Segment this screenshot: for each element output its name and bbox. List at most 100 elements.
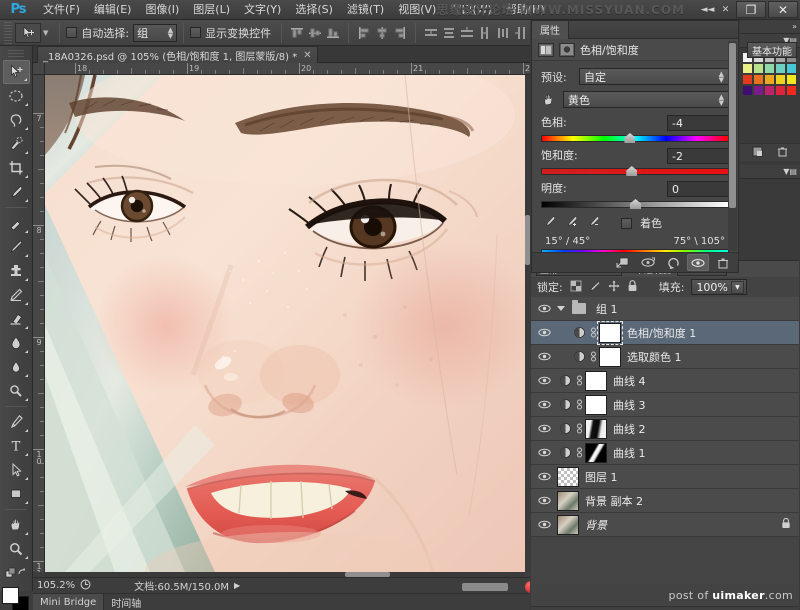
- blur-tool[interactable]: [3, 355, 30, 379]
- swatch-cell[interactable]: [742, 74, 753, 85]
- move-tool-preset-icon[interactable]: [15, 23, 41, 43]
- history-brush-tool[interactable]: [3, 283, 30, 307]
- menu-type[interactable]: 文字(Y): [237, 0, 288, 20]
- mask-link-icon[interactable]: [587, 345, 599, 369]
- table-row[interactable]: 背景: [531, 513, 799, 537]
- elliptical-marquee-tool[interactable]: [3, 84, 30, 108]
- layer-visibility-icon[interactable]: [534, 513, 554, 537]
- align-left-edges-icon[interactable]: [355, 23, 373, 43]
- table-row[interactable]: 选取颜色 1: [531, 345, 799, 369]
- minimize-small-icon[interactable]: ◄◄: [699, 2, 716, 17]
- brush-tool[interactable]: [3, 235, 30, 259]
- swatch-cell[interactable]: [786, 63, 797, 74]
- layer-thumbnail[interactable]: [585, 395, 607, 415]
- layer-thumbnail[interactable]: [557, 467, 579, 487]
- workspace-switcher-button[interactable]: 基本功能: [747, 42, 797, 58]
- layer-thumbnail[interactable]: [557, 491, 579, 511]
- swatch-cell[interactable]: [742, 63, 753, 74]
- mask-link-icon[interactable]: [573, 393, 585, 417]
- delete-adjustment-icon[interactable]: [712, 254, 734, 271]
- mask-link-icon[interactable]: [573, 369, 585, 393]
- dock-collapse-bar[interactable]: »: [740, 20, 800, 34]
- color-swatches[interactable]: [1, 587, 31, 610]
- auto-select-checkbox[interactable]: [66, 27, 77, 38]
- reset-icon[interactable]: [662, 254, 684, 271]
- distribute-top-edges-icon[interactable]: [422, 23, 440, 43]
- status-menu-arrow-icon[interactable]: ▶: [234, 581, 240, 590]
- align-right-edges-icon[interactable]: [391, 23, 409, 43]
- close-small-icon[interactable]: ✕: [717, 2, 734, 17]
- menu-filter[interactable]: 滤镜(T): [340, 0, 391, 20]
- delete-swatch-icon[interactable]: [777, 146, 788, 160]
- zoom-tool[interactable]: [3, 537, 30, 561]
- on-image-adjust-icon[interactable]: [541, 92, 557, 108]
- saturation-slider-track[interactable]: [541, 168, 729, 175]
- colorize-control[interactable]: 着色: [621, 215, 662, 231]
- menu-image[interactable]: 图像(I): [138, 0, 186, 20]
- foreground-color-swatch[interactable]: [2, 587, 19, 604]
- table-row[interactable]: 曲线 2: [531, 417, 799, 441]
- move-tool[interactable]: [3, 60, 30, 84]
- toolbox-grip[interactable]: [8, 50, 24, 57]
- restore-window-button[interactable]: ❐: [736, 1, 766, 18]
- layer-thumbnail[interactable]: [585, 443, 607, 463]
- horizontal-ruler[interactable]: 1819202122: [45, 63, 530, 75]
- swatch-cell[interactable]: [775, 74, 786, 85]
- crop-tool[interactable]: [3, 156, 30, 180]
- eyedropper-tool[interactable]: [3, 180, 30, 204]
- swatch-cell[interactable]: [775, 85, 786, 96]
- mask-link-icon[interactable]: [587, 321, 599, 345]
- swatch-cell[interactable]: [786, 85, 797, 96]
- swatch-cell[interactable]: [753, 85, 764, 96]
- hue-slider-thumb[interactable]: [624, 133, 635, 143]
- table-row[interactable]: 背景 副本 2: [531, 489, 799, 513]
- layer-visibility-icon[interactable]: [534, 345, 554, 369]
- layer-visibility-icon[interactable]: [534, 297, 554, 321]
- align-vertical-centers-icon[interactable]: [306, 23, 324, 43]
- lock-position-icon[interactable]: [608, 280, 620, 295]
- distribute-horizontal-centers-icon[interactable]: [494, 23, 512, 43]
- adjustment-preset-icon[interactable]: [538, 43, 554, 57]
- table-row[interactable]: 曲线 3: [531, 393, 799, 417]
- distribute-bottom-edges-icon[interactable]: [458, 23, 476, 43]
- dodge-tool[interactable]: [3, 379, 30, 403]
- table-row[interactable]: 曲线 1: [531, 441, 799, 465]
- menu-window[interactable]: 窗口(W): [443, 0, 498, 20]
- layer-visibility-icon[interactable]: [534, 489, 554, 513]
- menu-edit[interactable]: 编辑(E): [87, 0, 139, 20]
- menu-help[interactable]: 帮助(H): [499, 0, 552, 20]
- lightness-value-field[interactable]: 0: [667, 181, 729, 197]
- tab-properties[interactable]: 属性: [532, 21, 569, 39]
- pen-tool[interactable]: [3, 410, 30, 434]
- tab-timeline[interactable]: 时间轴: [104, 594, 148, 610]
- rectangle-tool[interactable]: [3, 482, 30, 506]
- hand-tool[interactable]: [3, 513, 30, 537]
- options-bar-grip[interactable]: [4, 22, 12, 44]
- swatch-cell[interactable]: [753, 74, 764, 85]
- gradient-tool[interactable]: [3, 331, 30, 355]
- eyedropper-subtract-icon[interactable]: [587, 215, 600, 231]
- vertical-ruler[interactable]: 7891011: [33, 75, 45, 572]
- menu-select[interactable]: 选择(S): [288, 0, 340, 20]
- layer-thumbnail[interactable]: [599, 323, 621, 343]
- hue-slider-track[interactable]: [541, 135, 729, 142]
- layer-visibility-icon[interactable]: [534, 369, 554, 393]
- align-horizontal-centers-icon[interactable]: [373, 23, 391, 43]
- layer-visibility-icon[interactable]: [534, 465, 554, 489]
- clip-to-layer-icon[interactable]: [612, 254, 634, 271]
- group-expand-arrow-icon[interactable]: [554, 306, 568, 311]
- fill-field[interactable]: 100% ▼: [691, 279, 746, 295]
- mask-link-icon[interactable]: [573, 417, 585, 441]
- align-top-edges-icon[interactable]: [288, 23, 306, 43]
- lock-all-icon[interactable]: [627, 279, 638, 295]
- mask-link-icon[interactable]: [573, 441, 585, 465]
- auto-select-scope-select[interactable]: 组 ▲▼: [133, 24, 177, 42]
- view-previous-state-icon[interactable]: [637, 254, 659, 271]
- next-panel-menu-bar[interactable]: ▼▤: [740, 165, 800, 179]
- expand-panels-icon[interactable]: »: [792, 22, 797, 31]
- layer-visibility-icon[interactable]: [534, 393, 554, 417]
- properties-scrollbar[interactable]: [728, 41, 737, 251]
- close-icon[interactable]: ✕: [303, 50, 311, 61]
- distribute-right-edges-icon[interactable]: [512, 23, 530, 43]
- layer-thumbnail[interactable]: [585, 419, 607, 439]
